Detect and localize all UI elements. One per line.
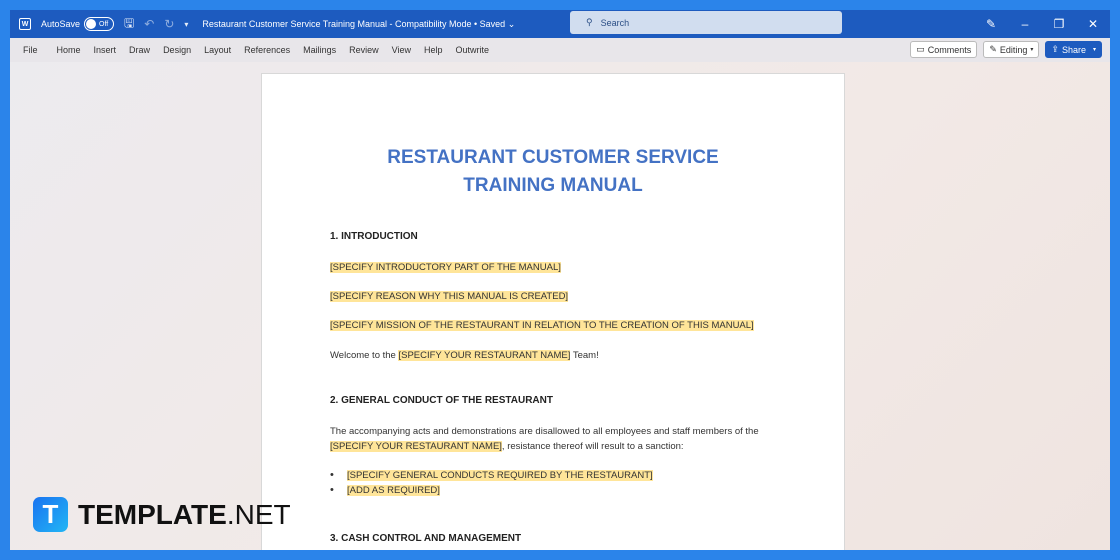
close-button[interactable]: ✕ xyxy=(1076,17,1110,31)
autosave-label: AutoSave xyxy=(41,19,81,29)
customize-toolbar-icon[interactable]: ▾ xyxy=(184,20,188,29)
chevron-down-icon: ▾ xyxy=(1092,47,1096,53)
title-bar: W AutoSave Off 🖫 ↶ ↻ ▾ Restaurant Custom… xyxy=(10,10,1110,38)
ribbon-tabs: File Home Insert Draw Design Layout Refe… xyxy=(10,38,1110,62)
conduct-paragraph: The accompanying acts and demonstrations… xyxy=(330,426,759,452)
welcome-paragraph: Welcome to the [SPECIFY YOUR RESTAURANT … xyxy=(330,350,599,361)
section-heading: 3. CASH CONTROL AND MANAGEMENT xyxy=(330,533,522,544)
undo-icon[interactable]: ↶ xyxy=(144,17,154,31)
tab-file[interactable]: File xyxy=(23,45,38,55)
comments-label: Comments xyxy=(927,44,972,55)
comment-icon: ▭ xyxy=(916,44,925,54)
placeholder-text: [SPECIFY INTRODUCTORY PART OF THE MANUAL… xyxy=(330,262,561,273)
tab-mailings[interactable]: Mailings xyxy=(303,45,336,55)
minimize-button[interactable]: – xyxy=(1008,17,1042,31)
tab-review[interactable]: Review xyxy=(349,45,379,55)
tab-references[interactable]: References xyxy=(244,45,290,55)
restore-button[interactable]: ❐ xyxy=(1042,17,1076,31)
share-button[interactable]: ⇪ Share ▾ xyxy=(1045,41,1102,58)
placeholder-text: [SPECIFY MISSION OF THE RESTAURANT IN RE… xyxy=(330,320,754,331)
pen-icon[interactable]: ✎ xyxy=(974,17,1008,31)
tab-outwrite[interactable]: Outwrite xyxy=(456,45,490,55)
list-item: [SPECIFY GENERAL CONDUCTS REQUIRED BY TH… xyxy=(330,468,790,483)
section-heading: 1. INTRODUCTION xyxy=(330,231,418,242)
tab-insert[interactable]: Insert xyxy=(94,45,117,55)
word-window: W AutoSave Off 🖫 ↶ ↻ ▾ Restaurant Custom… xyxy=(10,10,1110,550)
logo-icon: T xyxy=(33,497,68,532)
tab-layout[interactable]: Layout xyxy=(204,45,231,55)
document-heading: RESTAURANT CUSTOMER SERVICE TRAINING MANU… xyxy=(387,147,719,196)
bullet-list: [SPECIFY GENERAL CONDUCTS REQUIRED BY TH… xyxy=(330,468,790,498)
list-item: [ADD AS REQUIRED] xyxy=(330,483,790,498)
toggle-state: Off xyxy=(99,20,109,28)
search-icon: ⚲ xyxy=(586,17,593,27)
tab-view[interactable]: View xyxy=(392,45,411,55)
section-heading: 2. GENERAL CONDUCT OF THE RESTAURANT xyxy=(330,395,553,406)
comments-button[interactable]: ▭ Comments xyxy=(910,41,978,58)
autosave-toggle[interactable]: Off xyxy=(84,17,115,31)
tab-help[interactable]: Help xyxy=(424,45,443,55)
logo-text: TEMPLATE.NET xyxy=(78,498,291,530)
search-placeholder: Search xyxy=(600,17,630,28)
word-app-icon: W xyxy=(19,18,31,30)
redo-icon[interactable]: ↻ xyxy=(164,17,174,31)
chevron-down-icon: ▾ xyxy=(1030,47,1034,53)
share-icon: ⇪ xyxy=(1051,44,1059,54)
tab-home[interactable]: Home xyxy=(57,45,81,55)
tab-draw[interactable]: Draw xyxy=(129,45,150,55)
share-label: Share xyxy=(1061,44,1086,55)
template-net-logo: T TEMPLATE.NET xyxy=(33,497,291,532)
search-box[interactable]: ⚲ Search xyxy=(570,11,842,34)
tab-design[interactable]: Design xyxy=(163,45,191,55)
pencil-icon: ✎ xyxy=(989,44,997,54)
placeholder-text: [SPECIFY REASON WHY THIS MANUAL IS CREAT… xyxy=(330,291,569,302)
editing-label: Editing xyxy=(999,44,1028,55)
save-icon[interactable]: 🖫 xyxy=(124,14,134,35)
editing-mode-button[interactable]: ✎ Editing ▾ xyxy=(983,41,1040,58)
document-title[interactable]: Restaurant Customer Service Training Man… xyxy=(202,19,515,30)
document-page[interactable]: RESTAURANT CUSTOMER SERVICE TRAINING MANU… xyxy=(261,73,845,550)
